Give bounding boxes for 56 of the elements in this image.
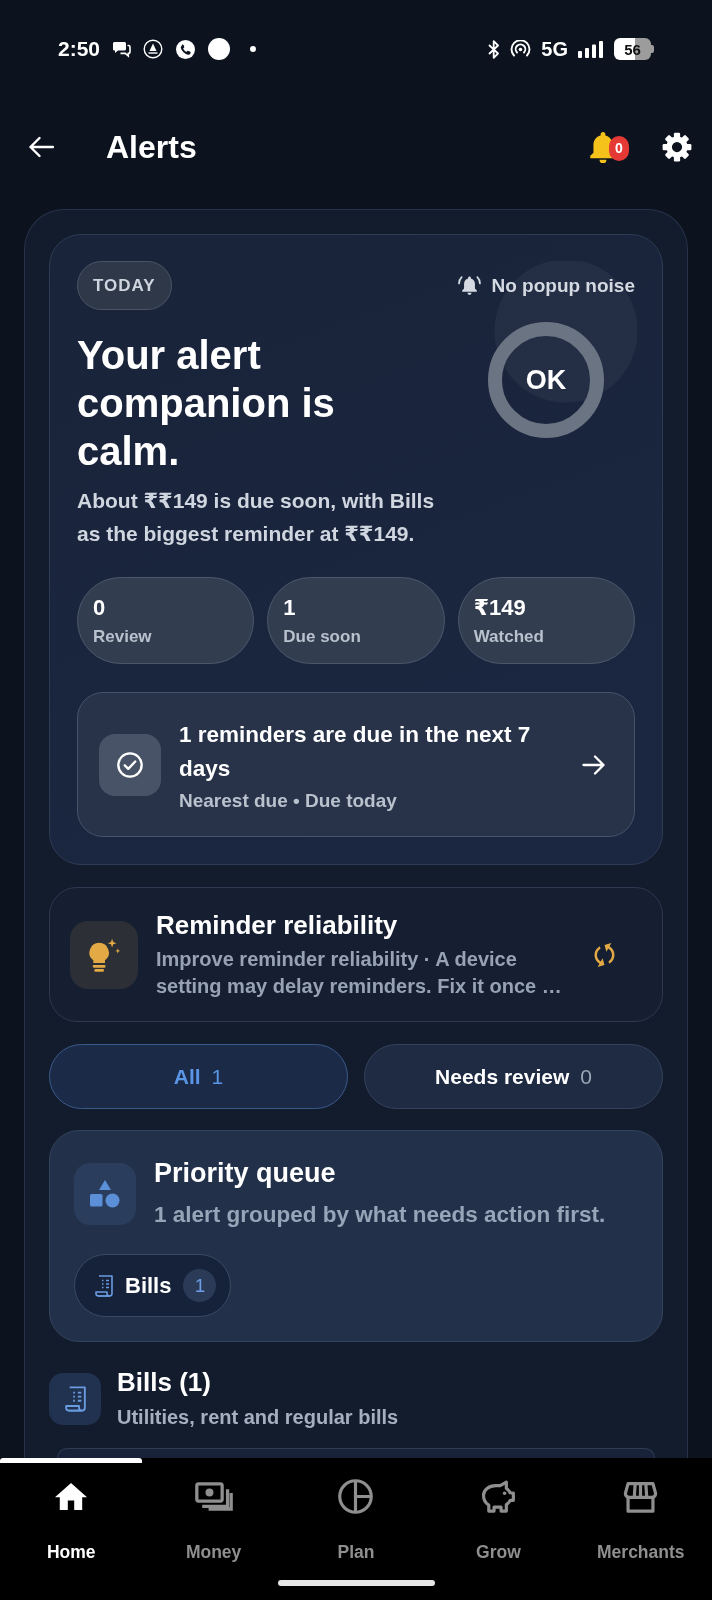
storefront-icon — [623, 1480, 659, 1513]
signal-icon — [578, 40, 604, 58]
dot-icon — [250, 46, 257, 52]
shapes-icon — [74, 1163, 136, 1225]
pie-chart-icon — [338, 1479, 374, 1514]
filter-tab[interactable]: Needs review 0 — [364, 1044, 663, 1109]
nav-tab[interactable]: Home — [0, 1458, 143, 1566]
reminder-title: 1 reminders are due in the next 7 days — [179, 720, 532, 783]
nav-tab[interactable]: Plan — [284, 1458, 428, 1566]
stat-label: Watched — [473, 626, 545, 647]
settings-icon[interactable] — [662, 132, 692, 162]
phone-circle-icon — [175, 38, 197, 60]
home-icon — [55, 1482, 88, 1511]
receipt-icon — [95, 1274, 113, 1297]
status-time: 2:50 — [58, 37, 101, 61]
stat-label: Due soon — [283, 626, 362, 647]
sound-note: No popup noise — [491, 274, 635, 297]
bell-ring-icon — [458, 274, 482, 297]
receipt-icon — [49, 1373, 101, 1425]
chat-icon — [112, 40, 132, 58]
summary-text: About ₹₹149 is due soon, with Bills as the biggest reminder at ₹₹149. — [77, 488, 436, 547]
stat-value: 1 — [283, 594, 297, 621]
hotspot-icon — [510, 40, 532, 58]
category-chip[interactable]: Bills 1 — [74, 1254, 232, 1317]
stat-value: ₹149 — [473, 594, 527, 621]
lightbulb-icon — [70, 920, 138, 989]
circle-icon — [208, 38, 231, 60]
network-type: 5G — [541, 37, 568, 61]
stat-value: 0 — [93, 594, 107, 621]
status-heading: Your alert companion is calm. — [77, 332, 336, 475]
nav-tab[interactable]: Merchants — [569, 1458, 712, 1566]
battery-indicator: 56 — [614, 38, 654, 60]
notification-badge: 0 — [609, 135, 629, 161]
nav-tab[interactable]: Grow — [427, 1458, 570, 1566]
reminder-subtitle: Nearest due • Due today — [179, 789, 398, 812]
reminder-row[interactable]: 1 reminders are due in the next 7 days Nearest due • Due today — [77, 692, 635, 837]
arrow-right-icon — [582, 753, 606, 776]
category-subtitle: Utilities, rent and regular bills — [117, 1406, 399, 1429]
triangle-circle-icon — [143, 39, 164, 59]
reliability-description: Improve reminder reliability · A device setting may delay reminders. Fix it once … — [156, 946, 563, 999]
stat-label: Review — [93, 626, 153, 647]
reliability-card[interactable]: Reminder reliability Improve reminder reliability · A device setting may delay reminders. Fix it once … — [49, 887, 663, 1022]
status-ring: OK — [488, 322, 604, 438]
priority-queue-subtitle: 1 alert grouped by what needs action first. — [154, 1202, 606, 1228]
priority-queue-title: Priority queue — [154, 1157, 337, 1189]
date-tag: TODAY — [77, 261, 172, 310]
category-title: Bills (1) — [117, 1367, 212, 1397]
count-badge: 1 — [183, 1269, 217, 1302]
filter-tab[interactable]: All 1 — [49, 1044, 348, 1109]
back-icon[interactable] — [28, 136, 54, 158]
reliability-title: Reminder reliability — [156, 909, 399, 940]
nav-tab[interactable]: Money — [142, 1458, 285, 1566]
cash-icon — [194, 1482, 233, 1511]
bluetooth-icon — [488, 39, 501, 59]
piggy-bank-icon — [480, 1479, 517, 1514]
page-title: Alerts — [106, 128, 197, 166]
